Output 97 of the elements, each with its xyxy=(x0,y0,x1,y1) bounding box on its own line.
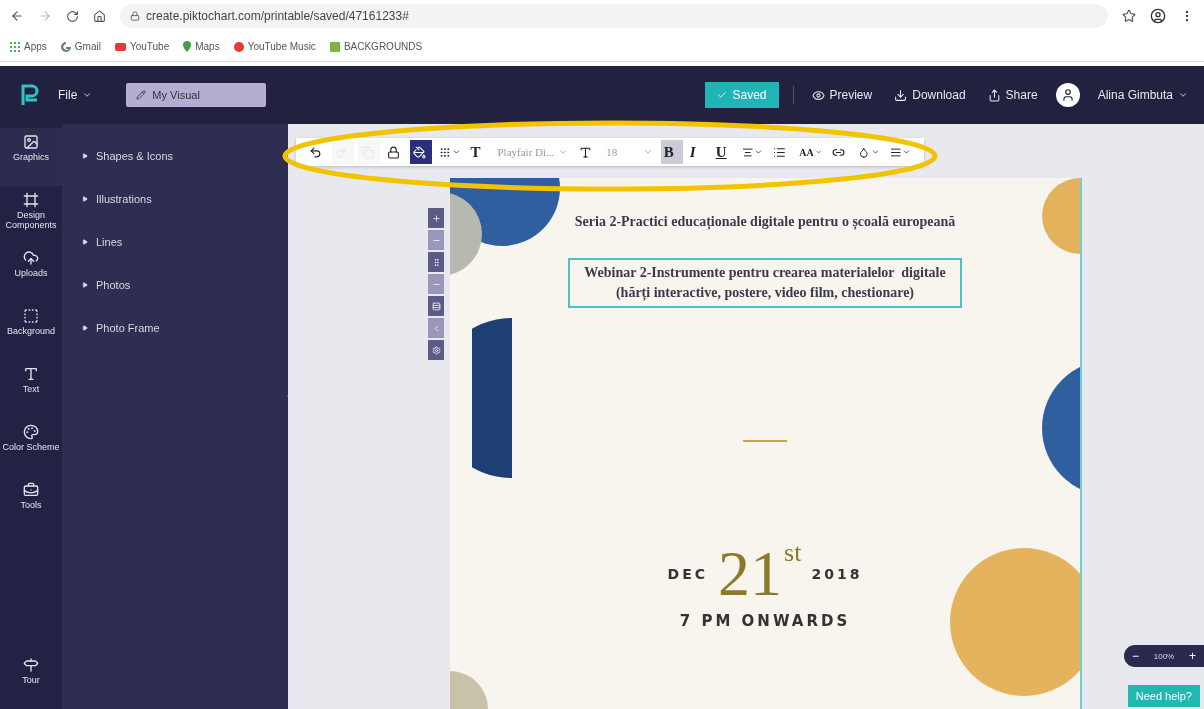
year-text: 2018 xyxy=(811,566,863,582)
plus-button[interactable] xyxy=(428,208,444,228)
palette-icon xyxy=(23,424,39,440)
signpost-icon xyxy=(23,657,39,673)
bookmark-link[interactable]: BACKGROUNDS xyxy=(343,41,423,52)
bookmark-link[interactable]: Gmail xyxy=(74,41,101,52)
spacing-icon xyxy=(889,145,902,159)
triangle-right-icon xyxy=(82,324,88,331)
category-item[interactable]: Photos xyxy=(62,263,288,306)
align-icon xyxy=(741,145,754,159)
hatched-square-icon xyxy=(23,308,39,324)
caret-icon xyxy=(754,147,764,157)
image-icon xyxy=(23,134,39,150)
avatar-icon[interactable] xyxy=(1055,83,1080,107)
bookmark-link[interactable]: YouTube xyxy=(129,41,170,52)
format-button[interactable]: T xyxy=(467,140,490,164)
sidebar-tab[interactable]: Tools xyxy=(0,476,62,534)
poster-heading: Seria 2-Practici educaționale digitale pentru o școală europeană xyxy=(574,214,956,230)
title-field[interactable]: My Visual xyxy=(126,83,267,107)
frame-icon xyxy=(23,192,39,208)
category-item[interactable]: Lines xyxy=(62,220,288,263)
url-text: create.piktochart.com/printable/saved/47161233# xyxy=(146,9,409,23)
format-button[interactable]: B xyxy=(660,140,683,164)
triangle-right-icon xyxy=(82,195,88,202)
home-icon[interactable] xyxy=(93,9,106,23)
profile-icon[interactable] xyxy=(1150,8,1166,24)
caret-icon xyxy=(902,147,911,157)
format-button[interactable]: AA xyxy=(796,140,826,164)
triangle-right-icon xyxy=(82,281,88,288)
tour-tab[interactable]: Tour xyxy=(0,651,62,709)
header-action[interactable]: Share xyxy=(983,86,1042,104)
plus-icon xyxy=(431,213,441,223)
month-text: DEC xyxy=(667,566,709,582)
cloud-upload-icon xyxy=(23,250,39,266)
category-item[interactable]: Shapes & Icons xyxy=(62,134,288,177)
day-number: 21 xyxy=(718,542,783,606)
paint-bucket-button[interactable] xyxy=(410,140,432,164)
text-size-icon xyxy=(579,145,593,159)
sidebar-tab[interactable]: Text xyxy=(0,360,62,418)
settings-button[interactable] xyxy=(428,340,444,360)
caret-icon xyxy=(1178,90,1188,100)
caret-icon xyxy=(558,147,569,157)
pencil-icon xyxy=(136,90,147,100)
pattern-icon xyxy=(439,145,451,159)
rows-icon xyxy=(431,301,441,311)
eye-icon xyxy=(811,88,825,102)
caret-icon xyxy=(642,147,653,157)
toolbox-icon xyxy=(23,482,39,498)
check-icon xyxy=(716,90,727,100)
share-icon xyxy=(987,88,1001,102)
paint-bucket-icon xyxy=(413,145,426,159)
zoom-in-button[interactable]: + xyxy=(1189,649,1196,663)
sidebar-tab[interactable]: Graphics xyxy=(0,128,62,186)
sidebar-tab[interactable]: Uploads xyxy=(0,244,62,302)
bookmark-link[interactable]: Apps xyxy=(24,41,47,52)
undo-icon xyxy=(309,145,322,159)
back-icon[interactable] xyxy=(10,9,24,23)
sidebar-tab[interactable]: Design Components xyxy=(0,186,62,244)
star-icon[interactable] xyxy=(1122,9,1136,23)
file-menu[interactable]: File xyxy=(54,86,97,104)
time-text: 7 PM ONWARDS xyxy=(679,612,851,630)
settings-icon xyxy=(431,345,441,355)
subtitle-line: (hărți interactive, postere, video film, chestionare) xyxy=(615,284,915,303)
day-suffix: st xyxy=(784,540,802,566)
download-icon xyxy=(894,88,908,102)
bookmark-link[interactable]: YouTube Music xyxy=(247,41,316,52)
bar-button[interactable] xyxy=(428,252,444,272)
caret-icon xyxy=(82,90,93,100)
category-item[interactable]: Photo Frame xyxy=(62,306,288,349)
triangle-right-icon xyxy=(82,238,88,245)
header-action[interactable]: Download xyxy=(890,86,970,104)
header-action[interactable]: Preview xyxy=(807,86,877,104)
logo-icon[interactable] xyxy=(20,83,40,107)
color-icon xyxy=(858,145,870,159)
list-icon xyxy=(773,145,787,159)
glitter-circle-drawing xyxy=(450,671,488,709)
lock-icon xyxy=(387,145,400,159)
caret-icon xyxy=(870,147,880,157)
selected-text-box[interactable]: Webinar 2-Instrumente pentru crearea materialelor digitale (hărți interactive, postere, video film, chestionare) xyxy=(568,258,962,308)
format-button[interactable]: U xyxy=(712,140,735,164)
caret-icon xyxy=(451,147,461,157)
format-button[interactable]: I xyxy=(686,140,709,164)
zoom-out-button[interactable]: − xyxy=(1132,649,1139,663)
address-bar[interactable]: create.piktochart.com/printable/saved/47161233# xyxy=(120,4,1108,28)
category-item[interactable]: Illustrations xyxy=(62,177,288,220)
triangle-right-icon xyxy=(82,152,88,159)
sidebar-tab[interactable]: Color Scheme xyxy=(0,418,62,476)
bar-icon xyxy=(431,257,441,267)
text-icon xyxy=(23,366,39,382)
lock-icon xyxy=(130,11,140,21)
bookmark-link[interactable]: Maps xyxy=(195,41,220,52)
rows-button[interactable] xyxy=(428,296,444,316)
reload-icon[interactable] xyxy=(66,9,79,23)
subtitle-line: Webinar 2-Instrumente pentru crearea materialelor digitale xyxy=(584,264,946,282)
zoom-value: 100% xyxy=(1153,651,1175,661)
sidebar-tab[interactable]: Background xyxy=(0,302,62,360)
user-menu[interactable]: Alina Gimbuta xyxy=(1093,86,1192,104)
